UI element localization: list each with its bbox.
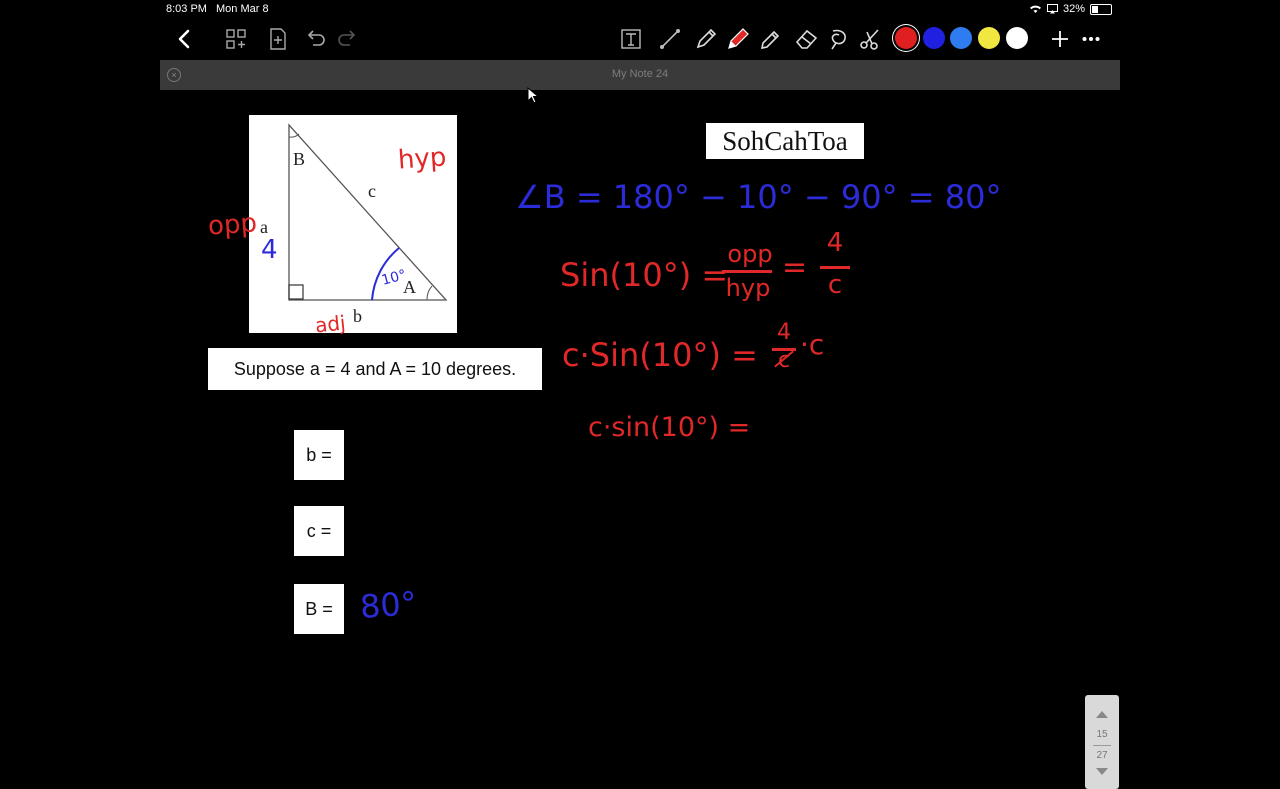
color-red-swatch[interactable] xyxy=(895,27,917,49)
scissors-icon[interactable] xyxy=(855,24,885,54)
status-right: 32% xyxy=(1029,3,1112,15)
ink-frac-c: c xyxy=(827,270,843,300)
grid-add-icon[interactable] xyxy=(221,24,251,54)
note-title: My Note 24 xyxy=(611,68,669,80)
page-current: 15 xyxy=(1096,729,1108,740)
answer-b-box: b = xyxy=(294,430,344,480)
ink-frac2-bar xyxy=(820,266,850,269)
ink-frac3-4: 4 xyxy=(777,320,791,345)
ink-four: 4 xyxy=(261,235,278,265)
ink-equals: = xyxy=(782,250,808,285)
battery-percent: 32% xyxy=(1062,3,1085,15)
ink-sin-left: Sin(10°) = xyxy=(560,256,729,294)
mouse-cursor-icon xyxy=(527,87,539,104)
answer-c-box: c = xyxy=(294,506,344,556)
redo-icon[interactable] xyxy=(332,24,362,54)
status-time: 8:03 PM xyxy=(166,3,207,15)
text-tool-icon[interactable] xyxy=(616,24,646,54)
label-B: B xyxy=(293,149,305,169)
line-tool-icon[interactable] xyxy=(655,24,685,54)
back-icon[interactable] xyxy=(169,24,199,54)
ink-line-angle-B: ∠B = 180° − 10° − 90° = 80° xyxy=(515,178,1002,216)
sohcahtoa-label: SohCahToa xyxy=(706,123,864,159)
page-navigator: 15 27 xyxy=(1085,695,1119,789)
note-canvas[interactable]: B c a b A 10° hyp opp 4 adj Suppose a = … xyxy=(160,90,1120,789)
ink-hyp: hyp xyxy=(397,142,448,176)
ink-opp: opp xyxy=(207,208,258,242)
label-a: a xyxy=(260,217,268,237)
wifi-icon xyxy=(1029,5,1041,13)
toolbar xyxy=(160,18,1120,60)
lasso-icon[interactable] xyxy=(824,24,854,54)
ipad-screen: 8:03 PM Mon Mar 8 32% × My Note 24 B c a… xyxy=(160,0,1120,789)
answer-B-box: B = xyxy=(294,584,344,634)
eraser-icon[interactable] xyxy=(792,24,822,54)
more-icon[interactable] xyxy=(1076,24,1106,54)
battery-icon xyxy=(1090,3,1112,15)
page-divider xyxy=(1093,745,1111,746)
label-b: b xyxy=(353,306,362,326)
ink-frac-4: 4 xyxy=(826,228,844,258)
status-bar: 8:03 PM Mon Mar 8 32% xyxy=(160,0,1120,18)
screen-mirror-icon xyxy=(1046,4,1058,14)
pen-red-icon[interactable] xyxy=(723,24,753,54)
highlighter-icon[interactable] xyxy=(755,24,785,54)
add-icon[interactable] xyxy=(1045,24,1075,54)
ink-frac-bar xyxy=(722,270,772,273)
note-titlebar: × My Note 24 xyxy=(160,60,1120,90)
problem-statement: Suppose a = 4 and A = 10 degrees. xyxy=(208,348,542,390)
ink-frac-opp: opp xyxy=(727,240,773,268)
ink-frac-hyp: hyp xyxy=(725,274,771,302)
color-light-blue-swatch[interactable] xyxy=(950,27,972,49)
ink-adj: adj xyxy=(313,310,347,338)
ink-times-c: ·c xyxy=(800,328,825,361)
page-down-icon[interactable] xyxy=(1095,767,1109,777)
undo-icon[interactable] xyxy=(301,24,331,54)
ink-line-c-sin-2: c·sin(10°) = xyxy=(588,412,751,443)
page-total: 27 xyxy=(1096,750,1108,761)
ink-answer-B: 80° xyxy=(358,584,418,626)
label-c: c xyxy=(368,181,376,201)
add-page-icon[interactable] xyxy=(263,24,293,54)
status-date: Mon Mar 8 xyxy=(216,3,269,15)
color-blue-swatch[interactable] xyxy=(923,27,945,49)
color-white-swatch[interactable] xyxy=(1006,27,1028,49)
ink-line-c-sin: c·Sin(10°) = xyxy=(562,336,758,374)
pen-icon[interactable] xyxy=(691,24,721,54)
color-yellow-swatch[interactable] xyxy=(978,27,1000,49)
page-up-icon[interactable] xyxy=(1095,709,1109,719)
